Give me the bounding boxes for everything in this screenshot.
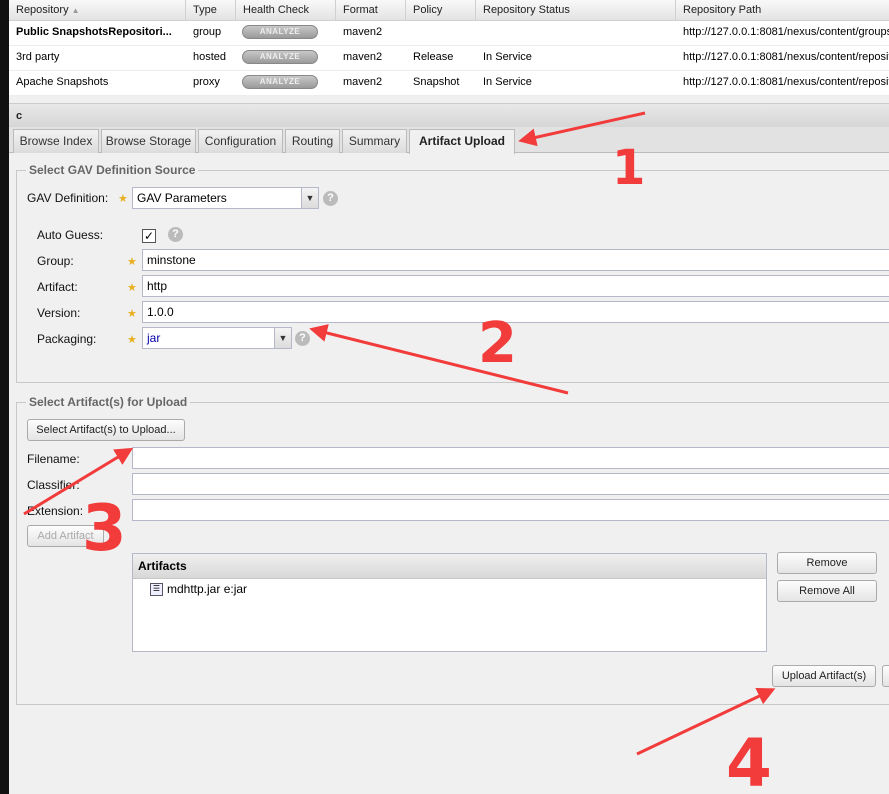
auto-guess-label: Auto Guess: — [37, 228, 104, 242]
packaging-value: jar — [147, 331, 161, 345]
panel-title: c — [9, 103, 889, 127]
tab-routing[interactable]: Routing — [285, 129, 340, 153]
filename-label: Filename: — [27, 452, 80, 466]
required-star-icon: ★ — [118, 193, 128, 205]
artifacts-header: Artifacts — [133, 554, 766, 579]
gav-definition-label: GAV Definition: — [27, 191, 109, 205]
version-input[interactable]: 1.0.0 — [142, 301, 889, 323]
upload-fieldset: Select Artifact(s) for Upload — [16, 395, 889, 705]
tab-bar: Browse Index Browse Storage Configuratio… — [9, 127, 889, 154]
cell-status: In Service — [483, 76, 532, 88]
column-repository[interactable]: Repository ▲ — [9, 0, 186, 21]
cell-health: ANALYZE — [236, 46, 336, 71]
cell-path: http://127.0.0.1:8081/nexus/content/repo… — [683, 76, 889, 88]
tab-browse-storage[interactable]: Browse Storage — [101, 129, 196, 153]
list-item[interactable]: ☰ mdhttp.jar e:jar — [133, 579, 766, 596]
gav-definition-value: GAV Parameters — [137, 191, 227, 205]
tab-configuration[interactable]: Configuration — [198, 129, 283, 153]
add-artifact-button[interactable]: Add Artifact — [27, 525, 104, 547]
tab-artifact-upload[interactable]: Artifact Upload — [409, 129, 515, 154]
cell-health: ANALYZE — [236, 71, 336, 96]
column-format[interactable]: Format — [336, 0, 406, 21]
grid-header: Repository ▲ Type Health Check Format Po… — [9, 0, 889, 21]
cell-policy: Snapshot — [413, 76, 460, 88]
annotation-number: 4 — [726, 725, 772, 794]
gav-source-legend: Select GAV Definition Source — [29, 163, 196, 177]
select-artifacts-button[interactable]: Select Artifact(s) to Upload... — [27, 419, 185, 441]
remove-all-button[interactable]: Remove All — [777, 580, 877, 602]
extension-input[interactable] — [132, 499, 889, 521]
cell-format: maven2 — [343, 76, 383, 88]
cell-format: maven2 — [343, 26, 383, 38]
column-policy[interactable]: Policy — [406, 0, 476, 21]
chevron-down-icon[interactable]: ▼ — [301, 188, 318, 208]
required-star-icon: ★ — [127, 334, 137, 346]
sort-asc-icon: ▲ — [71, 6, 80, 15]
window-border — [0, 0, 9, 794]
cell-policy — [406, 21, 476, 46]
filename-input[interactable] — [132, 447, 889, 469]
artifact-name: mdhttp.jar e:jar — [167, 582, 248, 596]
file-icon: ☰ — [150, 582, 163, 596]
cell-status — [476, 21, 676, 46]
analyze-button[interactable]: ANALYZE — [242, 25, 318, 39]
packaging-label: Packaging: — [37, 332, 97, 346]
auto-guess-checkbox[interactable]: ✓ — [142, 229, 156, 243]
required-star-icon: ★ — [127, 256, 137, 268]
column-health-check[interactable]: Health Check — [236, 0, 336, 21]
artifact-label: Artifact: — [37, 280, 78, 294]
cell-path: http://127.0.0.1:8081/nexus/content/grou… — [683, 26, 889, 38]
cell-type: hosted — [193, 51, 227, 63]
reset-button[interactable] — [882, 665, 889, 687]
analyze-button[interactable]: ANALYZE — [242, 75, 318, 89]
tab-summary[interactable]: Summary — [342, 129, 407, 153]
chevron-down-icon[interactable]: ▼ — [274, 328, 291, 348]
extension-label: Extension: — [27, 504, 84, 518]
remove-button[interactable]: Remove — [777, 552, 877, 574]
cell-format: maven2 — [343, 51, 383, 63]
repository-grid: Repository ▲ Type Health Check Format Po… — [9, 0, 889, 96]
tab-browse-index[interactable]: Browse Index — [13, 129, 99, 153]
packaging-select[interactable]: jar ▼ — [142, 327, 292, 349]
column-type[interactable]: Type — [186, 0, 236, 21]
table-row[interactable]: 3rd party hosted ANALYZE maven2 Release In Se… — [9, 46, 889, 71]
cell-repository: 3rd party — [16, 51, 60, 63]
artifacts-list: Artifacts ☰ mdhttp.jar e:jar — [132, 553, 767, 652]
upload-legend: Select Artifact(s) for Upload — [29, 395, 188, 409]
upload-artifacts-button[interactable]: Upload Artifact(s) — [772, 665, 876, 687]
table-row[interactable]: Apache Snapshots proxy ANALYZE maven2 Snapsh… — [9, 71, 889, 96]
cell-health: ANALYZE — [236, 21, 336, 46]
checkmark-icon: ✓ — [143, 229, 155, 243]
analyze-button[interactable]: ANALYZE — [242, 50, 318, 64]
cell-type: proxy — [193, 76, 220, 88]
cell-repository: Apache Snapshots — [16, 76, 109, 88]
group-input[interactable]: minstone — [142, 249, 889, 271]
required-star-icon: ★ — [127, 282, 137, 294]
classifier-label: Classifier: — [27, 478, 80, 492]
help-icon[interactable]: ? — [168, 227, 183, 242]
required-star-icon: ★ — [127, 308, 137, 320]
gav-definition-select[interactable]: GAV Parameters ▼ — [132, 187, 319, 209]
group-label: Group: — [37, 254, 74, 268]
classifier-input[interactable] — [132, 473, 889, 495]
help-icon[interactable]: ? — [323, 191, 338, 206]
column-repository-path[interactable]: Repository Path — [676, 0, 889, 21]
column-repository-status[interactable]: Repository Status — [476, 0, 676, 21]
cell-type: group — [193, 26, 222, 38]
version-label: Version: — [37, 306, 81, 320]
table-row[interactable]: Public SnapshotsRepositori... group ANALYZ… — [9, 21, 889, 46]
cell-status: In Service — [483, 51, 532, 63]
cell-policy: Release — [413, 51, 454, 63]
column-label: Repository — [16, 4, 69, 16]
cell-repository: Public SnapshotsRepositori... — [16, 26, 172, 38]
help-icon[interactable]: ? — [295, 331, 310, 346]
cell-path: http://127.0.0.1:8081/nexus/content/repo… — [683, 51, 889, 63]
artifact-input[interactable]: http — [142, 275, 889, 297]
